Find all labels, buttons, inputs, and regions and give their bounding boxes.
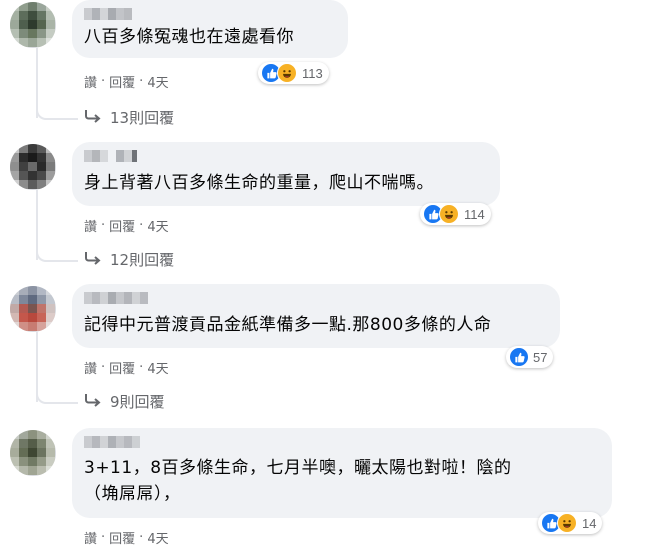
- avatar[interactable]: [10, 2, 56, 48]
- reply-button[interactable]: 回覆: [109, 528, 135, 547]
- thread-connector: [36, 238, 78, 262]
- avatar[interactable]: [10, 286, 56, 332]
- timestamp[interactable]: 4天: [147, 528, 168, 547]
- timestamp[interactable]: 4天: [147, 216, 168, 235]
- laughing-face-icon: [439, 204, 459, 224]
- replies-label: 13則回覆: [110, 109, 175, 127]
- separator: ·: [139, 218, 144, 233]
- separator: ·: [101, 218, 106, 233]
- view-replies-link[interactable]: 9則回覆: [84, 391, 165, 412]
- comment-bubble: 身上背著八百多條生命的重量，爬山不喘嗎。: [72, 142, 500, 206]
- thumbs-up-icon: [509, 347, 529, 367]
- separator: ·: [101, 530, 106, 545]
- avatar[interactable]: [10, 430, 56, 476]
- thread-connector: [36, 96, 78, 120]
- replies-label: 9則回覆: [110, 393, 165, 411]
- author-name-redacted[interactable]: [84, 8, 132, 20]
- reply-button[interactable]: 回覆: [109, 216, 135, 235]
- reply-button[interactable]: 回覆: [109, 358, 135, 377]
- comment-bubble: 3+11，8百多條生命，七月半噢，曬太陽也對啦！陰的 （埆屌屌），: [72, 428, 612, 518]
- like-button[interactable]: 讚: [84, 358, 97, 377]
- separator: ·: [139, 74, 144, 89]
- reply-arrow-icon: [84, 109, 102, 127]
- author-name-redacted[interactable]: [84, 292, 148, 304]
- comment-text-line-2: （埆屌屌），: [84, 484, 181, 504]
- thread-connector: [36, 380, 78, 404]
- separator: ·: [101, 360, 106, 375]
- avatar[interactable]: [10, 144, 56, 190]
- reply-arrow-icon: [84, 393, 102, 411]
- separator: ·: [139, 360, 144, 375]
- comment-actions: 讚 · 回覆 · 4天: [84, 216, 169, 235]
- view-replies-link[interactable]: 12則回覆: [84, 249, 174, 270]
- reply-arrow-icon: [84, 251, 102, 269]
- reaction-summary[interactable]: 57: [506, 346, 554, 368]
- like-button[interactable]: 讚: [84, 72, 97, 91]
- reply-button[interactable]: 回覆: [109, 72, 135, 91]
- author-name-redacted[interactable]: [84, 150, 137, 162]
- reaction-count: 113: [302, 65, 323, 81]
- comment-bubble: 記得中元普渡貢品金紙準備多一點.那800多條的人命: [72, 284, 560, 348]
- reaction-count: 57: [533, 349, 548, 365]
- comment-actions: 讚 · 回覆 · 4天: [84, 528, 169, 547]
- comment-text-line-1: 3+11，8百多條生命，七月半噢，曬太陽也對啦！陰的: [84, 458, 512, 478]
- separator: ·: [101, 74, 106, 89]
- comment-text: 身上背著八百多條生命的重量，爬山不喘嗎。: [84, 173, 434, 193]
- timestamp[interactable]: 4天: [147, 358, 168, 377]
- reaction-summary[interactable]: 113: [258, 62, 329, 84]
- author-name-redacted[interactable]: [84, 436, 140, 448]
- comment-text: 記得中元普渡貢品金紙準備多一點.那800多條的人命: [84, 315, 492, 335]
- comment-actions: 讚 · 回覆 · 4天: [84, 72, 169, 91]
- separator: ·: [139, 530, 144, 545]
- comment-actions: 讚 · 回覆 · 4天: [84, 358, 169, 377]
- laughing-face-icon: [277, 63, 297, 83]
- comment-bubble: 八百多條冤魂也在遠處看你: [72, 0, 348, 58]
- reaction-summary[interactable]: 14: [538, 512, 603, 534]
- reaction-count: 14: [582, 515, 597, 531]
- like-button[interactable]: 讚: [84, 528, 97, 547]
- view-replies-link[interactable]: 13則回覆: [84, 107, 174, 128]
- replies-label: 12則回覆: [110, 251, 175, 269]
- reaction-summary[interactable]: 114: [420, 203, 491, 225]
- comment-text: 八百多條冤魂也在遠處看你: [84, 27, 294, 47]
- like-button[interactable]: 讚: [84, 216, 97, 235]
- reaction-count: 114: [464, 206, 485, 222]
- laughing-face-icon: [557, 513, 577, 533]
- timestamp[interactable]: 4天: [147, 72, 168, 91]
